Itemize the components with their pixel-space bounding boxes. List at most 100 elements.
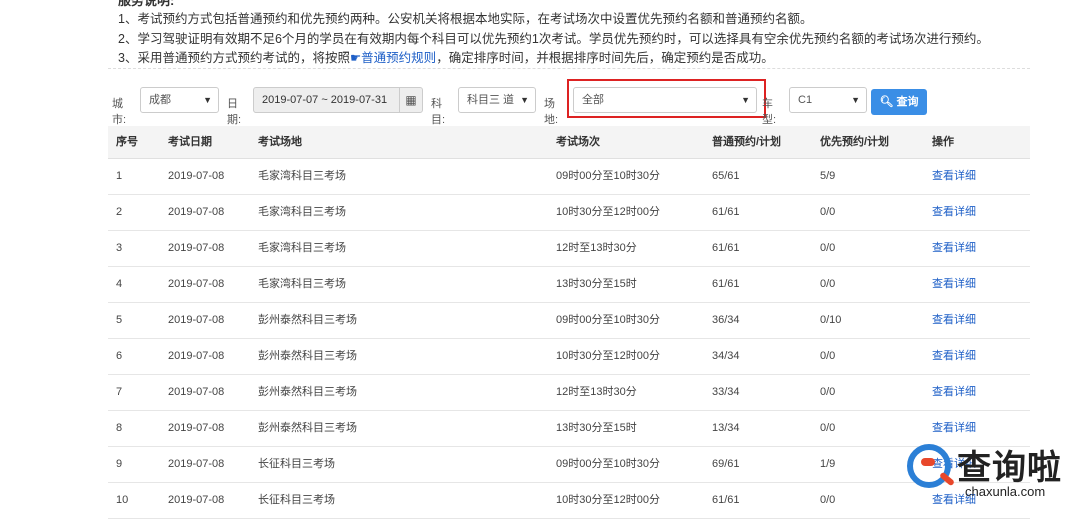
notice-line-1: 1、考试预约方式包括普通预约和优先预约两种。公安机关将根据本地实际，在考试场次中… <box>118 12 813 26</box>
row-priority-booking: 0/10 <box>820 314 842 326</box>
notice-line-3-prefix: 3、采用普通预约方式预约考试的，将按照 <box>118 51 350 65</box>
row-exam-venue: 彭州泰然科目三考场 <box>258 386 357 398</box>
logo-dot <box>921 458 935 466</box>
normal-booking-rules-link[interactable]: ☛普通预约规则 <box>350 51 436 65</box>
header-normal-booking: 普通预约/计划 <box>712 136 782 148</box>
query-button[interactable]: 🔍︎ 查询 <box>871 89 927 115</box>
search-icon: 🔍︎ <box>879 96 894 108</box>
table-row: 10 2019-07-08 长征科目三考场 10时30分至12时00分 61/61 0/0… <box>108 483 1030 519</box>
car-type-select-value: C1 <box>798 94 813 106</box>
row-normal-booking: 69/61 <box>712 458 740 470</box>
row-exam-date: 2019-07-08 <box>168 242 225 254</box>
table-row: 1 2019-07-08 毛家湾科目三考场 09时00分至10时30分 65/61 5/9… <box>108 159 1030 195</box>
header-exam-venue: 考试场地 <box>258 136 302 148</box>
normal-booking-rules-label: 普通预约规则 <box>361 51 437 65</box>
row-normal-booking: 36/34 <box>712 314 740 326</box>
row-exam-date: 2019-07-08 <box>168 314 225 326</box>
subject-select-value: 科目三 道 <box>467 94 515 106</box>
row-exam-session: 13时30分至15时 <box>556 422 637 434</box>
row-priority-booking: 1/9 <box>820 458 836 470</box>
subject-select[interactable]: 科目三 道 ▼ <box>458 87 536 113</box>
car-type-select[interactable]: C1 ▼ <box>789 87 867 113</box>
row-normal-booking: 61/61 <box>712 278 740 290</box>
row-index: 5 <box>116 314 123 326</box>
row-exam-venue: 长征科目三考场 <box>258 494 335 506</box>
row-exam-date: 2019-07-08 <box>168 494 225 506</box>
row-normal-booking: 61/61 <box>712 494 740 506</box>
row-exam-venue: 毛家湾科目三考场 <box>258 242 346 254</box>
notice-line-3: 3、采用普通预约方式预约考试的，将按照☛普通预约规则，确定排序时间，并根据排序时… <box>118 47 774 66</box>
table-row: 8 2019-07-08 彭州泰然科目三考场 13时30分至15时 13/34 0/0 查看… <box>108 411 1030 447</box>
highlight-box <box>567 79 766 118</box>
row-exam-venue: 彭州泰然科目三考场 <box>258 314 357 326</box>
view-details-link[interactable]: 查看详细 <box>932 231 976 266</box>
row-exam-date: 2019-07-08 <box>168 422 225 434</box>
row-exam-session: 10时30分至12时00分 <box>556 206 660 218</box>
row-index: 6 <box>116 350 123 362</box>
row-exam-venue: 毛家湾科目三考场 <box>258 278 346 290</box>
table-row: 7 2019-07-08 彭州泰然科目三考场 12时至13时30分 33/34 0/0 查看… <box>108 375 1030 411</box>
view-details-link[interactable]: 查看详细 <box>932 267 976 302</box>
row-index: 10 <box>116 494 129 506</box>
row-exam-session: 13时30分至15时 <box>556 278 637 290</box>
view-details-link[interactable]: 查看详细 <box>932 375 976 410</box>
row-exam-venue: 毛家湾科目三考场 <box>258 170 346 182</box>
table-row: 4 2019-07-08 毛家湾科目三考场 13时30分至15时 61/61 0/0 查看详… <box>108 267 1030 303</box>
row-exam-date: 2019-07-08 <box>168 350 225 362</box>
row-index: 2 <box>116 206 123 218</box>
notice-line-2: 2、学习驾驶证明有效期不足6个月的学员在有效期内每个科目可以优先预约1次考试。学… <box>118 32 989 46</box>
row-index: 8 <box>116 422 123 434</box>
city-select[interactable]: 成都 ▼ <box>140 87 219 113</box>
row-exam-session: 09时00分至10时30分 <box>556 458 660 470</box>
table-row: 6 2019-07-08 彭州泰然科目三考场 10时30分至12时00分 34/34 0/… <box>108 339 1030 375</box>
row-exam-venue: 毛家湾科目三考场 <box>258 206 346 218</box>
row-index: 9 <box>116 458 123 470</box>
header-priority-booking: 优先预约/计划 <box>820 136 890 148</box>
row-exam-venue: 长征科目三考场 <box>258 458 335 470</box>
logo-text-cn: 查询啦 <box>957 448 1062 488</box>
notice-line-3-suffix: ，确定排序时间，并根据排序时间先后，确定预约是否成功。 <box>436 51 774 65</box>
view-details-link[interactable]: 查看详细 <box>932 303 976 338</box>
row-index: 4 <box>116 278 123 290</box>
row-priority-booking: 0/0 <box>820 386 836 398</box>
car-type-label: 车型: <box>762 98 777 126</box>
row-exam-date: 2019-07-08 <box>168 386 225 398</box>
table-row: 9 2019-07-08 长征科目三考场 09时00分至10时30分 69/61 1/9 查… <box>108 447 1030 483</box>
header-index: 序号 <box>116 136 138 148</box>
divider <box>108 68 1030 69</box>
row-exam-date: 2019-07-08 <box>168 170 225 182</box>
row-index: 1 <box>116 170 123 182</box>
header-exam-date: 考试日期 <box>168 136 212 148</box>
row-priority-booking: 0/0 <box>820 422 836 434</box>
subject-label: 科目: <box>431 98 446 126</box>
table-row: 3 2019-07-08 毛家湾科目三考场 12时至13时30分 61/61 0/0 查看详… <box>108 231 1030 267</box>
view-details-link[interactable]: 查看详细 <box>932 159 976 194</box>
chevron-down-icon: ▼ <box>203 95 212 105</box>
row-normal-booking: 65/61 <box>712 170 740 182</box>
row-exam-session: 10时30分至12时00分 <box>556 350 660 362</box>
row-exam-venue: 彭州泰然科目三考场 <box>258 422 357 434</box>
row-priority-booking: 0/0 <box>820 494 836 506</box>
row-exam-date: 2019-07-08 <box>168 278 225 290</box>
row-exam-session: 10时30分至12时00分 <box>556 494 660 506</box>
view-details-link[interactable]: 查看详细 <box>932 195 976 230</box>
query-button-label: 查询 <box>896 96 919 108</box>
row-exam-date: 2019-07-08 <box>168 206 225 218</box>
date-range-input[interactable]: 2019-07-07 ~ 2019-07-31 ▦ <box>253 87 423 113</box>
row-index: 3 <box>116 242 123 254</box>
header-exam-session: 考试场次 <box>556 136 600 148</box>
table-header-row: 序号 考试日期 考试场地 考试场次 普通预约/计划 优先预约/计划 操作 <box>108 126 1030 159</box>
row-index: 7 <box>116 386 123 398</box>
view-details-link[interactable]: 查看详细 <box>932 339 976 374</box>
row-normal-booking: 13/34 <box>712 422 740 434</box>
chaxunla-logo: 查询啦 chaxunla.com <box>905 436 1075 502</box>
row-priority-booking: 0/0 <box>820 242 836 254</box>
calendar-icon[interactable]: ▦ <box>399 88 422 112</box>
header-action: 操作 <box>932 136 954 148</box>
row-normal-booking: 61/61 <box>712 242 740 254</box>
row-priority-booking: 0/0 <box>820 350 836 362</box>
row-normal-booking: 33/34 <box>712 386 740 398</box>
row-exam-session: 09时00分至10时30分 <box>556 170 660 182</box>
row-exam-session: 12时至13时30分 <box>556 386 637 398</box>
city-label: 城市: <box>112 98 127 126</box>
